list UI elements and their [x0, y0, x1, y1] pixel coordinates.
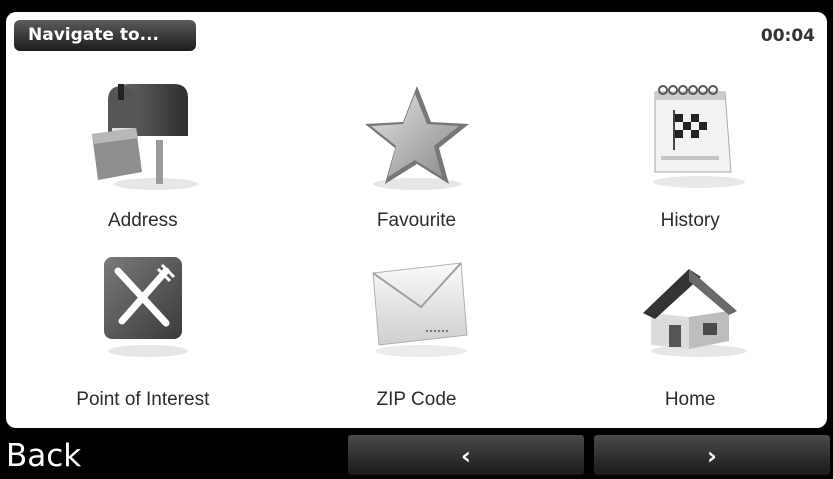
- mailbox-icon: [91, 84, 198, 190]
- address-label: Address: [107, 210, 178, 231]
- zip-code-label: ZIP Code: [376, 389, 457, 410]
- history-button[interactable]: History: [553, 70, 827, 245]
- envelope-icon: [372, 262, 469, 357]
- back-button[interactable]: Back: [0, 433, 344, 475]
- next-page-button[interactable]: ›: [594, 435, 830, 475]
- clock: 00:04: [760, 26, 815, 46]
- point-of-interest-label: Point of Interest: [76, 389, 210, 410]
- address-button[interactable]: Address: [6, 70, 280, 245]
- page-title: Navigate to...: [14, 20, 196, 51]
- history-label: History: [660, 210, 720, 231]
- zip-code-button[interactable]: ZIP Code: [280, 245, 554, 420]
- previous-page-button[interactable]: ‹: [348, 435, 584, 475]
- navigate-menu-grid: Address Favourite History Point of Inter…: [6, 70, 827, 420]
- bottom-bar: Back ‹ ›: [0, 433, 833, 475]
- star-icon: [365, 86, 470, 190]
- chevron-right-icon: ›: [707, 442, 717, 470]
- home-label: Home: [664, 389, 716, 410]
- home-button[interactable]: Home: [553, 245, 827, 420]
- chevron-left-icon: ‹: [461, 442, 471, 470]
- fork-knife-icon: [103, 257, 188, 357]
- favourite-label: Favourite: [376, 210, 457, 231]
- house-icon: [643, 269, 748, 357]
- favourite-button[interactable]: Favourite: [280, 70, 554, 245]
- point-of-interest-button[interactable]: Point of Interest: [6, 245, 280, 420]
- main-screen: Navigate to... 00:04 Address Favourite H…: [6, 12, 827, 428]
- calendar-flag-icon: [653, 85, 746, 188]
